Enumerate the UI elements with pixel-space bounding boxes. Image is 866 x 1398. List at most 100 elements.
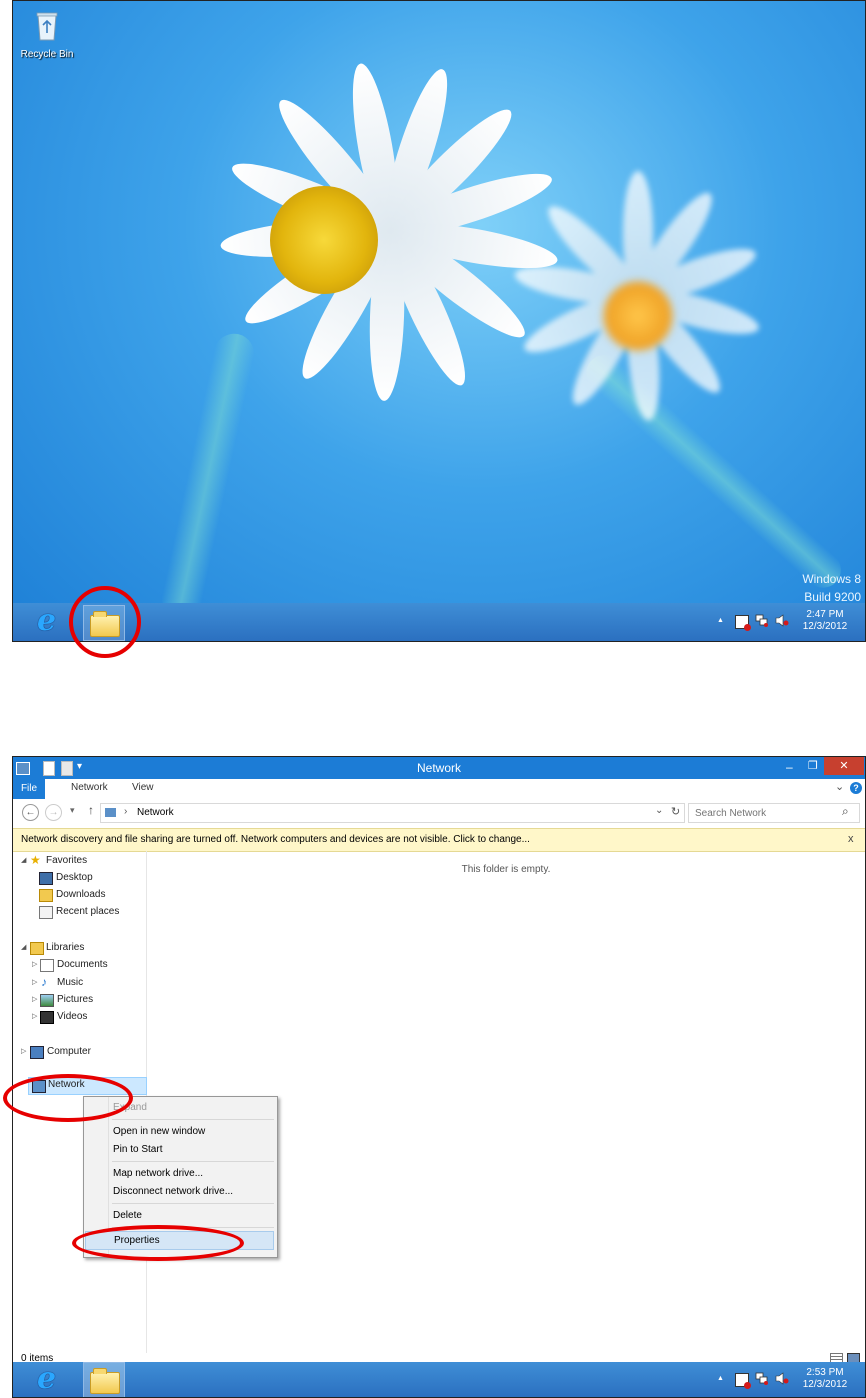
foreground-daisy (213, 60, 561, 402)
menu-separator (112, 1161, 274, 1162)
address-dropdown-icon[interactable]: ⌄ (655, 805, 663, 816)
tab-network[interactable]: Network (71, 782, 108, 793)
tray-overflow-icon[interactable]: ▲ (717, 617, 724, 624)
highlight-circle-properties (72, 1225, 244, 1261)
menu-item-map-network-drive-label: Map network drive... (113, 1168, 204, 1179)
search-box[interactable]: ⌕ (688, 803, 860, 823)
recent-locations-icon[interactable]: ▾ (70, 805, 75, 816)
nav-computer-label: Computer (47, 1046, 91, 1057)
network-tray-icon[interactable] (755, 614, 768, 627)
menu-item-open-new-window-label: Open in new window (113, 1126, 206, 1137)
nav-recent-places-label: Recent places (56, 906, 120, 917)
minimize-button[interactable]: – (786, 760, 793, 774)
taskbar: e ▲ 2:53 PM 12/3/2012 (13, 1362, 865, 1397)
restore-button[interactable]: ❐ (808, 759, 818, 772)
collapsed-chevron-icon[interactable]: ▷ (32, 1009, 37, 1025)
videos-icon (40, 1011, 54, 1024)
navigation-row: ← → ▾ ↑ › Network ⌄ ↻ ⌕ (13, 799, 865, 825)
libraries-icon (30, 942, 44, 955)
collapsed-chevron-icon[interactable]: ▷ (21, 1044, 26, 1060)
tray-time: 2:53 PM (806, 1367, 844, 1378)
action-center-flag-icon[interactable] (735, 1373, 751, 1389)
explorer-screenshot: ▾ Network – ❐ ✕ File Network View ⌄ ? ← … (12, 756, 866, 1398)
infobar-text[interactable]: Network discovery and file sharing are t… (21, 834, 530, 845)
forward-button[interactable]: → (45, 804, 62, 821)
ribbon-expand-icon[interactable]: ⌄ (835, 780, 844, 793)
help-icon[interactable]: ? (850, 782, 862, 794)
collapsed-chevron-icon[interactable]: ▷ (32, 992, 37, 1008)
empty-folder-message: This folder is empty. (461, 864, 551, 875)
title-bar: ▾ Network – ❐ ✕ (13, 757, 865, 779)
volume-muted-icon[interactable] (775, 614, 789, 627)
tray-time: 2:47 PM (806, 609, 844, 620)
nav-downloads-label: Downloads (56, 889, 106, 900)
nav-videos-label: Videos (57, 1011, 88, 1022)
network-discovery-infobar[interactable]: Network discovery and file sharing are t… (13, 828, 865, 852)
tab-file[interactable]: File (13, 779, 45, 799)
back-arrow-icon: ← (25, 807, 36, 818)
nav-pictures-label: Pictures (57, 994, 94, 1005)
back-button[interactable]: ← (22, 804, 39, 821)
pictures-icon (40, 994, 54, 1007)
background-daisy-center (603, 281, 673, 351)
network-tray-icon[interactable] (755, 1372, 768, 1385)
collapsed-chevron-icon[interactable]: ▷ (32, 957, 37, 973)
internet-explorer-icon[interactable]: e (37, 606, 56, 636)
infobar-close-icon[interactable]: x (848, 833, 854, 845)
address-bar[interactable]: › Network ⌄ ↻ (100, 803, 685, 823)
recycle-bin-shortcut[interactable]: Recycle Bin (18, 7, 76, 67)
nav-desktop-label: Desktop (56, 872, 93, 883)
expanded-chevron-icon[interactable]: ◢ (21, 940, 26, 956)
help-label: ? (853, 783, 859, 793)
volume-muted-icon[interactable] (775, 1372, 789, 1385)
tray-overflow-icon[interactable]: ▲ (717, 1375, 724, 1382)
downloads-icon (39, 889, 53, 902)
expanded-chevron-icon[interactable]: ◢ (21, 853, 26, 869)
star-icon: ★ (30, 853, 41, 867)
collapsed-chevron-icon[interactable]: ▷ (32, 975, 37, 991)
computer-icon (30, 1046, 44, 1059)
internet-explorer-icon[interactable]: e (37, 1364, 56, 1394)
recycle-bin-label: Recycle Bin (20, 49, 74, 60)
file-explorer-taskbar-button[interactable] (83, 1362, 125, 1397)
ribbon-tabs: File Network View ⌄ ? (13, 779, 865, 800)
up-arrow-icon[interactable]: ↑ (88, 803, 94, 817)
desktop-icon (39, 872, 53, 885)
menu-item-pin-to-start[interactable]: Pin to Start (85, 1141, 274, 1158)
daisy-center (270, 186, 378, 294)
tray-clock[interactable]: 2:47 PM 12/3/2012 (799, 609, 851, 633)
address-path[interactable]: Network (137, 807, 174, 818)
recent-places-icon (39, 906, 53, 919)
address-separator: › (124, 806, 128, 817)
menu-item-delete-label: Delete (113, 1210, 142, 1221)
file-explorer-icon (90, 1368, 120, 1394)
menu-item-delete[interactable]: Delete (85, 1207, 274, 1224)
nav-libraries-label: Libraries (46, 942, 85, 953)
search-icon[interactable]: ⌕ (842, 804, 849, 819)
menu-item-disconnect-network-drive[interactable]: Disconnect network drive... (85, 1183, 274, 1200)
close-icon: ✕ (839, 760, 849, 772)
desktop-screenshot: Recycle Bin Windows 8 Build 9200 e ▲ 2:4… (12, 0, 866, 642)
music-icon: ♪ (41, 975, 47, 989)
search-input[interactable] (693, 805, 837, 821)
documents-icon (40, 959, 54, 972)
nav-documents-label: Documents (57, 959, 108, 970)
menu-item-disconnect-network-drive-label: Disconnect network drive... (113, 1186, 234, 1197)
forward-arrow-icon: → (48, 807, 59, 818)
tab-view[interactable]: View (132, 782, 154, 793)
close-button[interactable]: ✕ (824, 757, 864, 775)
tray-clock[interactable]: 2:53 PM 12/3/2012 (799, 1367, 851, 1391)
menu-item-open-new-window[interactable]: Open in new window (85, 1123, 274, 1140)
menu-separator (112, 1119, 274, 1120)
menu-item-pin-to-start-label: Pin to Start (113, 1144, 163, 1155)
window-title: Network (416, 761, 461, 775)
action-center-flag-icon[interactable] (735, 615, 751, 631)
menu-item-map-network-drive[interactable]: Map network drive... (85, 1165, 274, 1182)
refresh-icon[interactable]: ↻ (671, 805, 680, 818)
menu-separator (112, 1203, 274, 1204)
highlight-circle-network (3, 1074, 133, 1122)
highlight-circle-file-explorer (69, 586, 141, 658)
nav-favorites-label: Favorites (46, 855, 88, 866)
build-watermark-line1: Windows 8 (802, 572, 861, 586)
build-watermark-line2: Build 9200 (804, 590, 861, 604)
